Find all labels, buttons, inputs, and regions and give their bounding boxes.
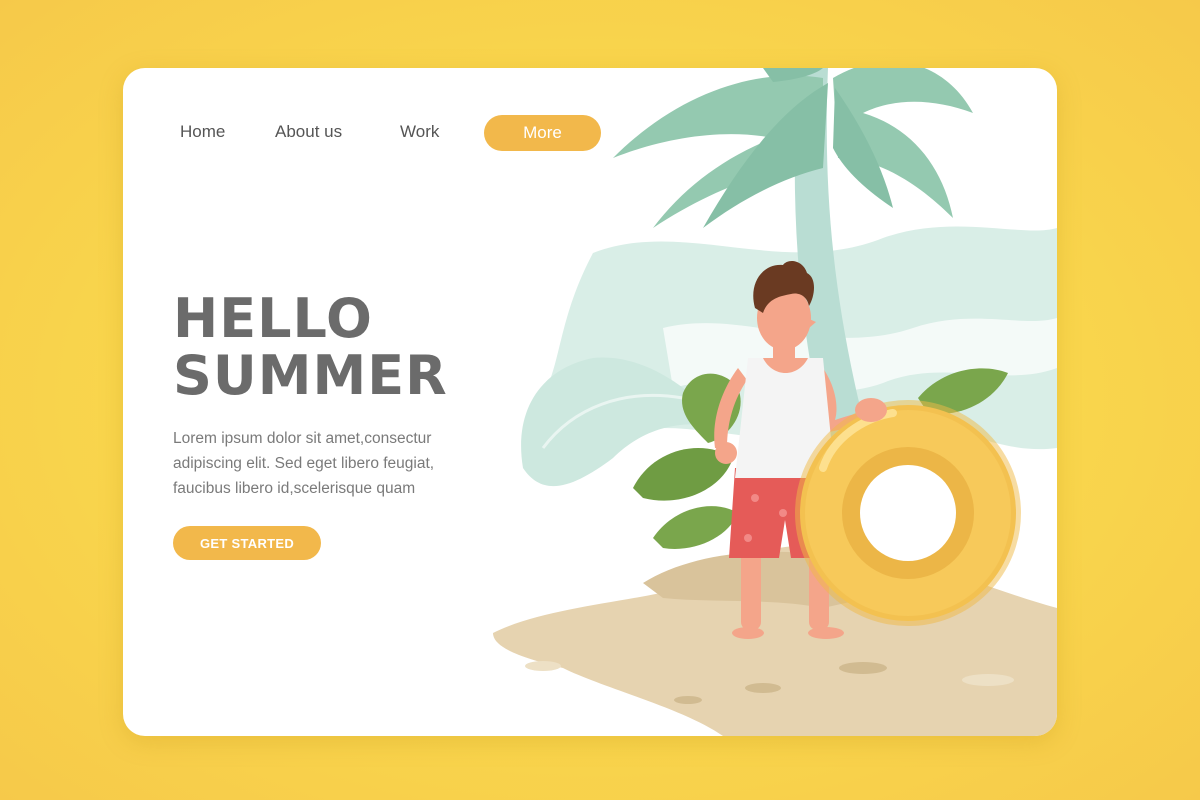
- get-started-button[interactable]: GET STARTED: [173, 526, 321, 560]
- hero-description-line: faucibus libero id,scelerisque quam: [173, 480, 416, 497]
- hero-title-line-2: SUMMER: [173, 344, 448, 407]
- hero-description-line: adipiscing elit. Sed eget libero feugiat…: [173, 455, 435, 472]
- swim-ring-icon: [795, 398, 1021, 626]
- hero-description-line: Lorem ipsum dolor sit amet,consectur: [173, 430, 432, 447]
- hero-title: HELLO SUMMER: [173, 290, 448, 404]
- nav-more-button[interactable]: More: [484, 115, 601, 151]
- nav-about-us[interactable]: About us: [275, 122, 342, 142]
- nav-home[interactable]: Home: [180, 122, 225, 142]
- hero-title-line-1: HELLO: [173, 287, 373, 350]
- landing-card: Home About us Work More HELLO SUMMER Lor…: [123, 68, 1057, 736]
- hero-description: Lorem ipsum dolor sit amet,consectur adi…: [173, 426, 473, 501]
- nav-work[interactable]: Work: [400, 122, 439, 142]
